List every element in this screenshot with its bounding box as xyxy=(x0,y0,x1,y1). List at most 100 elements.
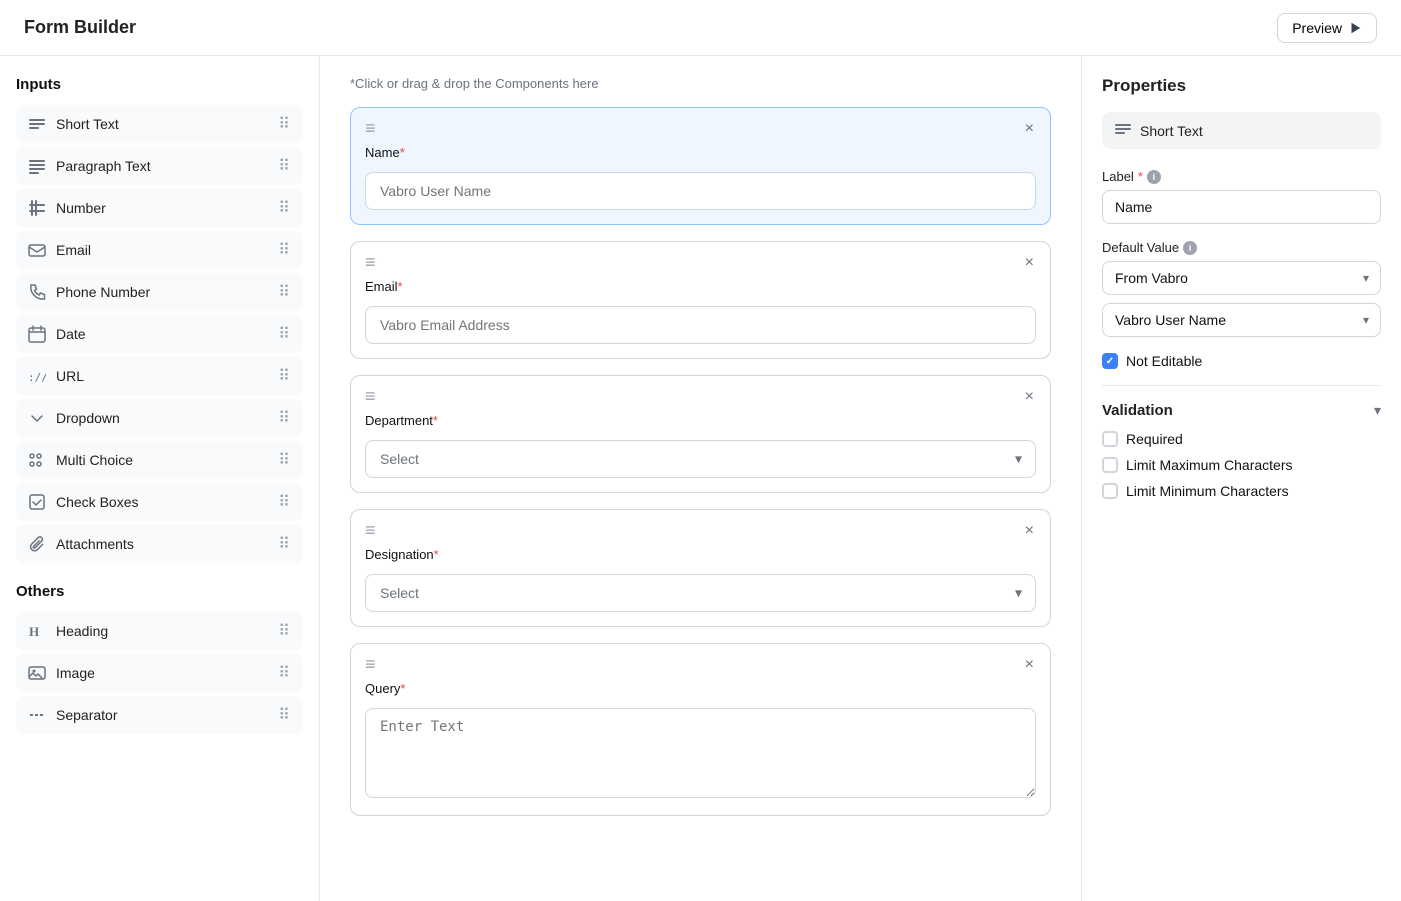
sidebar-item-separator[interactable]: Separator ⠿ xyxy=(16,696,303,734)
sidebar-item-url[interactable]: :// URL ⠿ xyxy=(16,357,303,395)
properties-title: Properties xyxy=(1102,76,1381,96)
image-icon xyxy=(28,664,46,682)
card-drag-handle[interactable]: ≡ xyxy=(365,386,376,407)
form-card-header: ≡ × xyxy=(351,510,1050,547)
form-card-header: ≡ × xyxy=(351,108,1050,145)
canvas-hint: *Click or drag & drop the Components her… xyxy=(350,76,1051,91)
card-drag-handle[interactable]: ≡ xyxy=(365,520,376,541)
label-info-icon: i xyxy=(1147,170,1161,184)
card-drag-handle[interactable]: ≡ xyxy=(365,252,376,273)
required-star: * xyxy=(434,547,439,562)
drag-dots-icon: ⠿ xyxy=(278,198,291,218)
sidebar-item-number[interactable]: Number ⠿ xyxy=(16,189,303,227)
card-close-button[interactable]: × xyxy=(1023,521,1036,541)
sidebar-item-check-boxes[interactable]: Check Boxes ⠿ xyxy=(16,483,303,521)
form-card-body xyxy=(351,298,1050,358)
form-field-input[interactable] xyxy=(365,306,1036,344)
drag-dots-icon: ⠿ xyxy=(278,534,291,554)
form-card-designation-field[interactable]: ≡ × Designation* Select ▾ xyxy=(350,509,1051,627)
card-close-button[interactable]: × xyxy=(1023,253,1036,273)
separator-icon xyxy=(28,706,46,724)
app-title: Form Builder xyxy=(24,17,136,38)
form-card-header: ≡ × xyxy=(351,242,1050,279)
validation-label-limit-min: Limit Minimum Characters xyxy=(1126,483,1289,499)
sidebar-item-label: Dropdown xyxy=(56,410,120,426)
sidebar-item-email[interactable]: Email ⠿ xyxy=(16,231,303,269)
preview-button[interactable]: Preview xyxy=(1277,13,1377,43)
canvas: *Click or drag & drop the Components her… xyxy=(320,56,1081,901)
prop-default-title: Default Value i xyxy=(1102,240,1381,255)
form-field-select[interactable]: Select xyxy=(365,440,1036,478)
sidebar-item-label: Separator xyxy=(56,707,117,723)
prop-label-title: Label * i xyxy=(1102,169,1381,184)
sidebar-item-short-text[interactable]: Short Text ⠿ xyxy=(16,105,303,143)
form-card-body: Select ▾ xyxy=(351,566,1050,626)
card-drag-handle[interactable]: ≡ xyxy=(365,118,376,139)
default-value-select[interactable]: From Vabro Custom None xyxy=(1102,261,1381,295)
properties-panel: Properties Short Text Label * i xyxy=(1081,56,1401,901)
form-field-select[interactable]: Select xyxy=(365,574,1036,612)
form-card-body xyxy=(351,164,1050,224)
form-field-input[interactable] xyxy=(365,172,1036,210)
sidebar-item-left: Multi Choice xyxy=(28,451,133,469)
sidebar-item-left: Phone Number xyxy=(28,283,150,301)
form-card-header: ≡ × xyxy=(351,644,1050,681)
form-card-label: Department* xyxy=(351,413,1050,432)
url-icon: :// xyxy=(28,367,46,385)
drag-dots-icon: ⠿ xyxy=(278,492,291,512)
sidebar-item-dropdown[interactable]: Dropdown ⠿ xyxy=(16,399,303,437)
sidebar-item-multi-choice[interactable]: Multi Choice ⠿ xyxy=(16,441,303,479)
card-close-button[interactable]: × xyxy=(1023,387,1036,407)
form-card-query-field[interactable]: ≡ × Query* xyxy=(350,643,1051,816)
sidebar-item-label: Email xyxy=(56,242,91,258)
label-input[interactable] xyxy=(1102,190,1381,224)
sidebar-item-heading[interactable]: H Heading ⠿ xyxy=(16,612,303,650)
sidebar-item-left: Check Boxes xyxy=(28,493,138,511)
email-icon xyxy=(28,241,46,259)
main-layout: Inputs Short Text ⠿ Paragraph Text ⠿ Num… xyxy=(0,56,1401,901)
form-field-textarea[interactable] xyxy=(365,708,1036,798)
default-sub-select[interactable]: Vabro User Name Vabro Email Other xyxy=(1102,303,1381,337)
others-list: H Heading ⠿ Image ⠿ Separator ⠿ xyxy=(16,612,303,734)
form-card-label: Email* xyxy=(351,279,1050,298)
sidebar-item-left: Number xyxy=(28,199,106,217)
validation-checkbox-required[interactable] xyxy=(1102,431,1118,447)
form-card-name-field[interactable]: ≡ × Name* xyxy=(350,107,1051,225)
validation-row-limit-min: Limit Minimum Characters xyxy=(1102,483,1381,499)
drag-dots-icon: ⠿ xyxy=(278,114,291,134)
validation-fields: Required Limit Maximum Characters Limit … xyxy=(1102,431,1381,499)
default-sub-select-wrapper: Vabro User Name Vabro Email Other ▾ xyxy=(1102,303,1381,337)
prop-type-badge: Short Text xyxy=(1102,112,1381,149)
form-card-department-field[interactable]: ≡ × Department* Select ▾ xyxy=(350,375,1051,493)
inputs-list: Short Text ⠿ Paragraph Text ⠿ Number ⠿ E… xyxy=(16,105,303,563)
drag-dots-icon: ⠿ xyxy=(278,663,291,683)
validation-row-limit-max: Limit Maximum Characters xyxy=(1102,457,1381,473)
heading-icon: H xyxy=(28,622,46,640)
divider xyxy=(1102,385,1381,386)
card-close-button[interactable]: × xyxy=(1023,655,1036,675)
card-drag-handle[interactable]: ≡ xyxy=(365,654,376,675)
prop-type-icon xyxy=(1114,120,1132,141)
sidebar-item-paragraph-text[interactable]: Paragraph Text ⠿ xyxy=(16,147,303,185)
sidebar-item-label: Image xyxy=(56,665,95,681)
form-select-wrapper: Select ▾ xyxy=(365,440,1036,478)
sidebar-item-label: Date xyxy=(56,326,86,342)
others-section-title: Others xyxy=(16,583,303,600)
not-editable-checkbox[interactable] xyxy=(1102,353,1118,369)
form-card-body: Select ▾ xyxy=(351,432,1050,492)
drag-dots-icon: ⠿ xyxy=(278,156,291,176)
validation-checkbox-limit-min[interactable] xyxy=(1102,483,1118,499)
sidebar-item-date[interactable]: Date ⠿ xyxy=(16,315,303,353)
sidebar-item-phone-number[interactable]: Phone Number ⠿ xyxy=(16,273,303,311)
required-star: * xyxy=(398,279,403,294)
drag-dots-icon: ⠿ xyxy=(278,450,291,470)
form-card-email-field[interactable]: ≡ × Email* xyxy=(350,241,1051,359)
form-card-label: Name* xyxy=(351,145,1050,164)
card-close-button[interactable]: × xyxy=(1023,119,1036,139)
sidebar-item-left: Email xyxy=(28,241,91,259)
validation-header[interactable]: Validation ▾ xyxy=(1102,402,1381,419)
sidebar-item-attachments[interactable]: Attachments ⠿ xyxy=(16,525,303,563)
date-icon xyxy=(28,325,46,343)
sidebar-item-image[interactable]: Image ⠿ xyxy=(16,654,303,692)
validation-checkbox-limit-max[interactable] xyxy=(1102,457,1118,473)
